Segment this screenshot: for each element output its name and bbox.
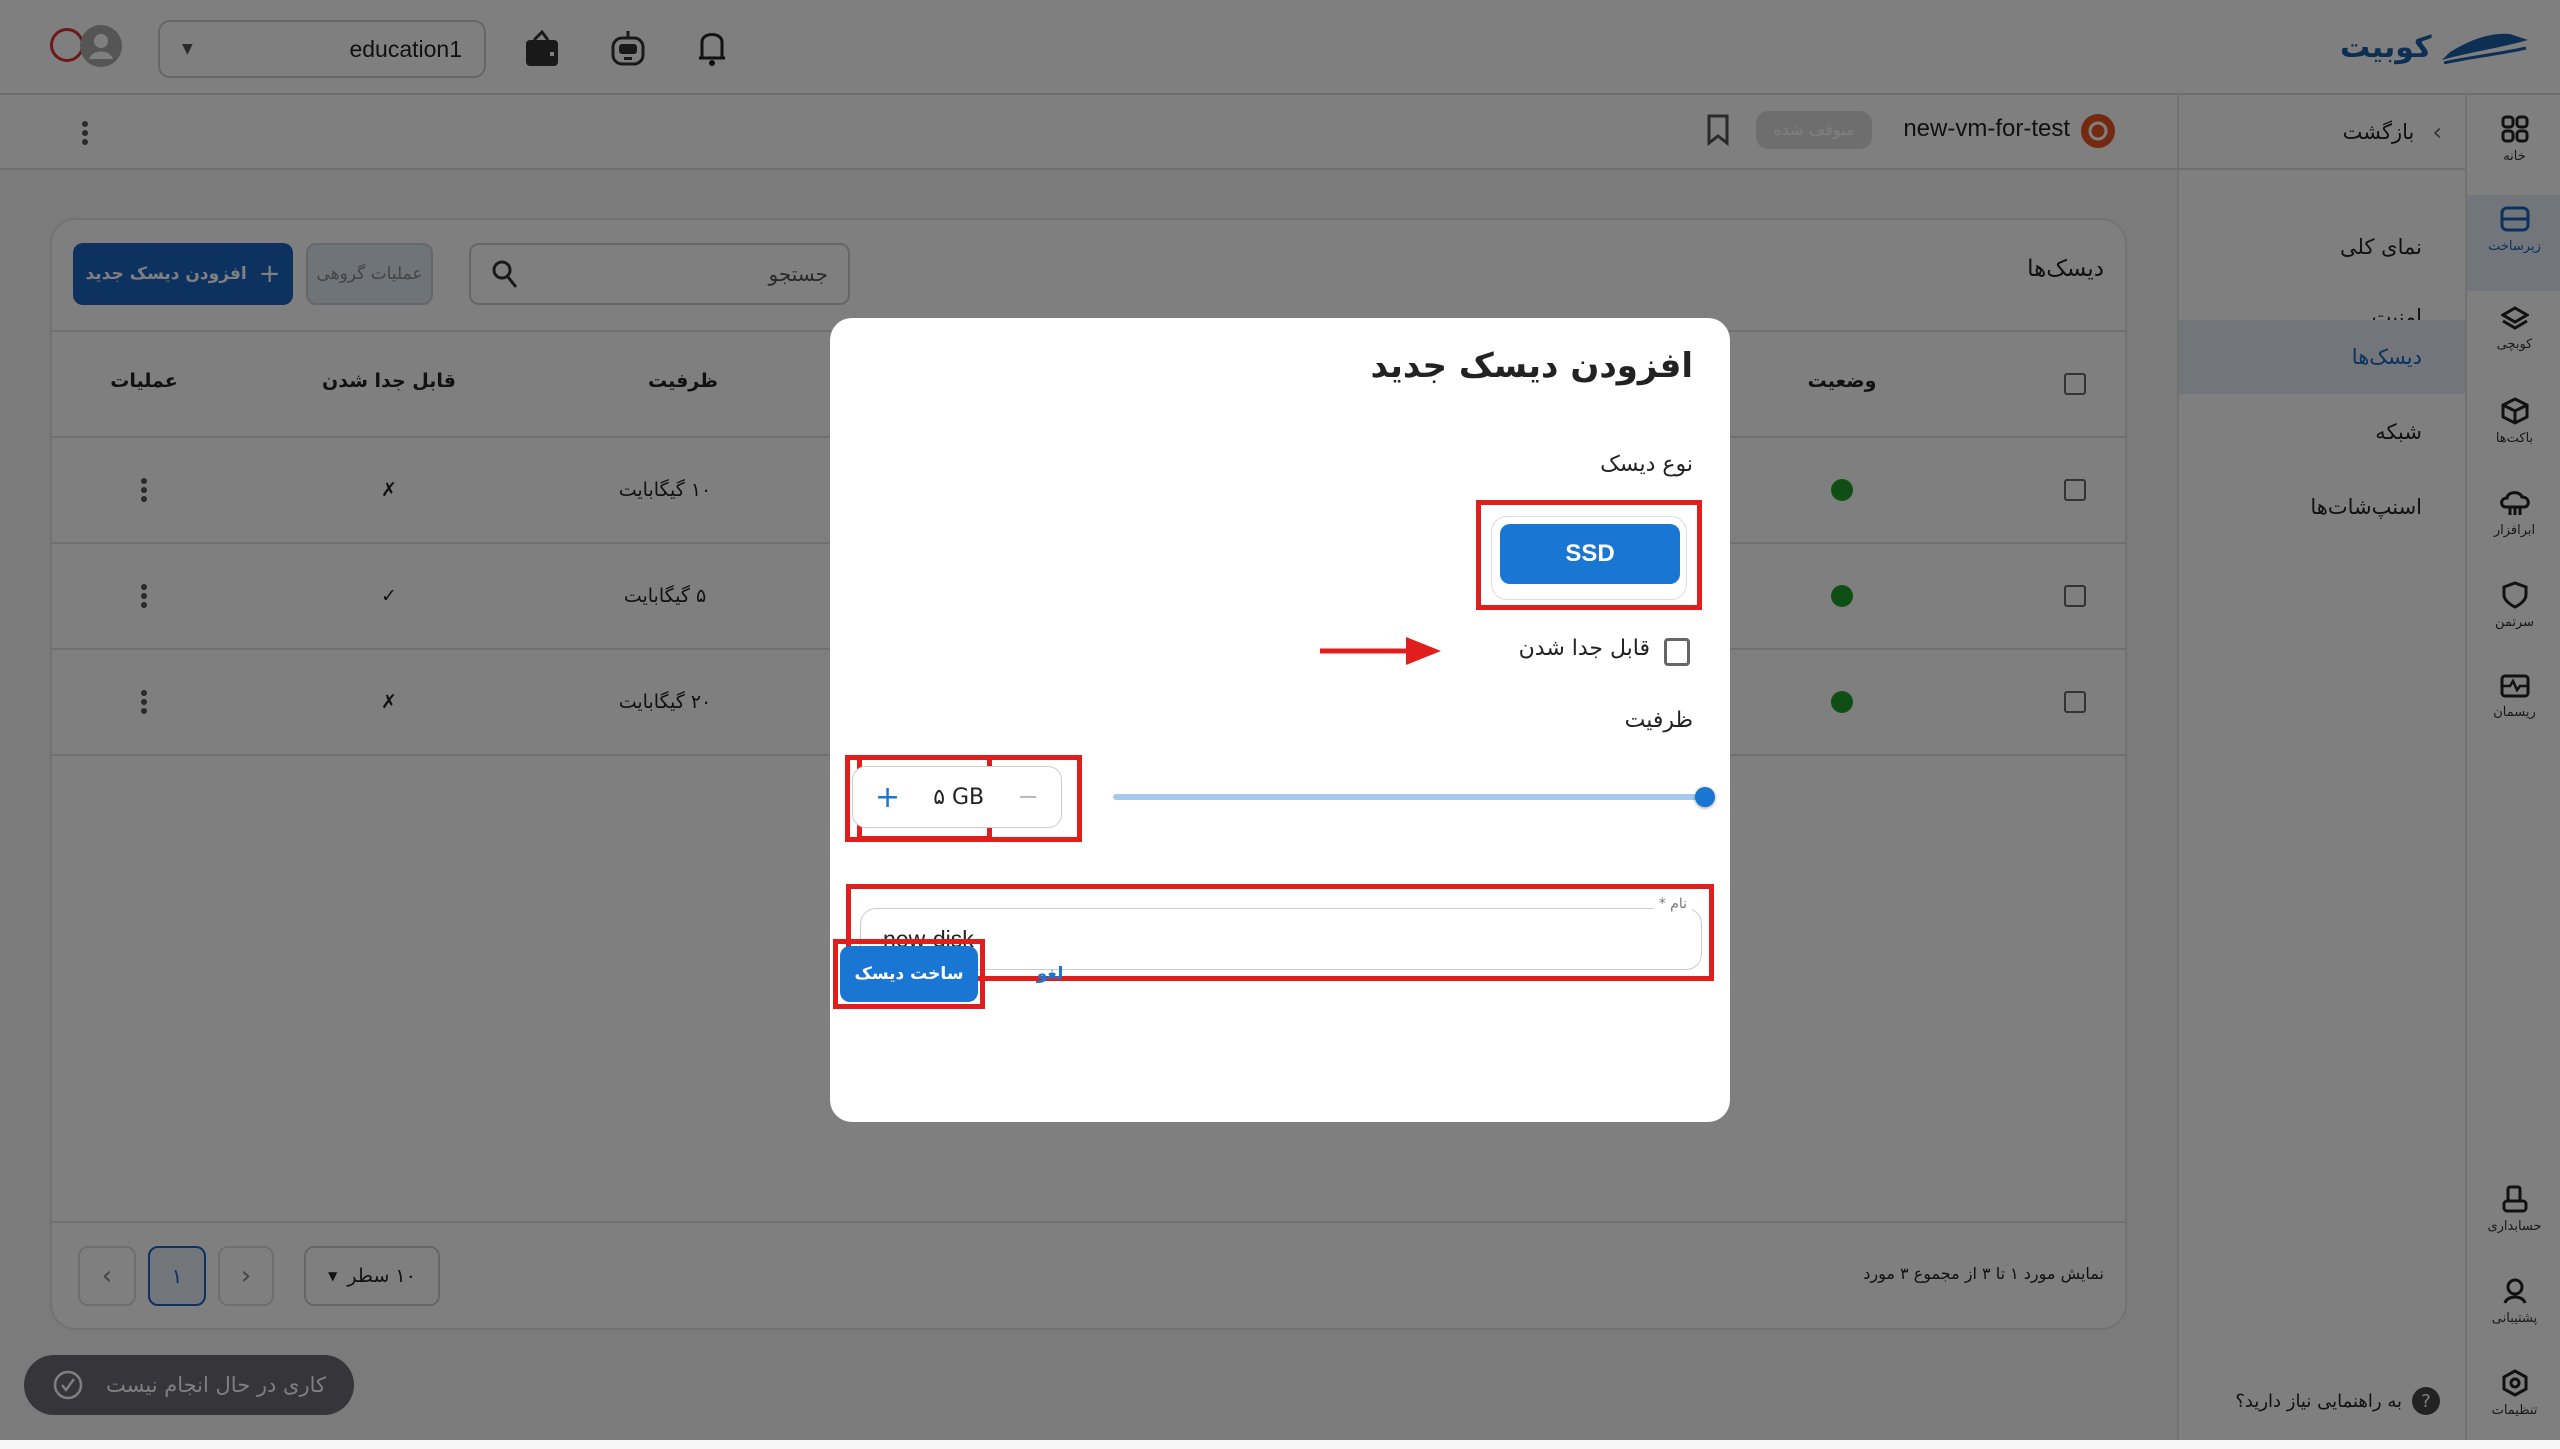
detachable-checkbox[interactable] — [1664, 638, 1690, 666]
cancel-button[interactable]: لغو — [1010, 946, 1090, 1002]
add-disk-dialog: افزودن دیسک جدید نوع دیسک SSD قابل جدا ش… — [830, 318, 1730, 1122]
disk-type-label: نوع دیسک — [1600, 452, 1693, 477]
capacity-label: ظرفیت — [1624, 708, 1693, 733]
detachable-label: قابل جدا شدن — [1518, 636, 1650, 661]
capacity-slider[interactable] — [1113, 787, 1715, 807]
slider-thumb[interactable] — [1695, 787, 1715, 807]
highlight-box — [845, 755, 1082, 842]
dialog-title: افزودن دیسک جدید — [1370, 346, 1693, 386]
annotation-arrow-icon — [1320, 637, 1441, 665]
disk-type-ssd-button[interactable]: SSD — [1500, 524, 1680, 584]
name-label: نام * — [1653, 896, 1692, 912]
create-disk-button[interactable]: ساخت دیسک — [840, 946, 978, 1002]
name-field[interactable]: new-disk — [860, 908, 1702, 970]
